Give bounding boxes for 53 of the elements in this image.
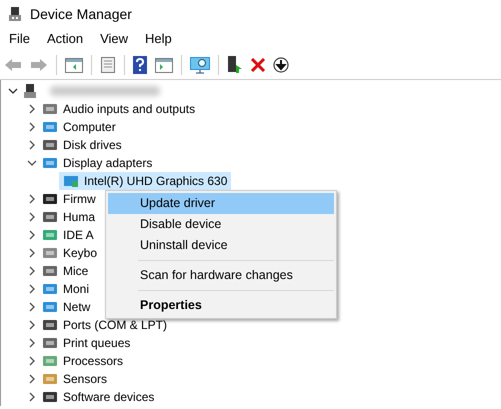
tree-item[interactable]: Sensors (63, 372, 108, 386)
context-menu-item[interactable]: Uninstall device (108, 235, 334, 256)
chevron-icon[interactable] (27, 374, 37, 384)
chevron-icon[interactable] (27, 320, 37, 330)
tree-item[interactable]: Processors (63, 354, 124, 368)
tree-item[interactable]: Intel(R) UHD Graphics 630 (59, 172, 232, 190)
device-manager-icon (8, 6, 22, 22)
properties-icon[interactable] (100, 57, 116, 73)
tree-item[interactable]: Keybo (63, 246, 98, 260)
tree-item[interactable]: Audio inputs and outputs (63, 102, 196, 116)
tree-item[interactable]: Huma (63, 210, 96, 224)
tree-item[interactable]: Print queues (63, 336, 130, 350)
download-icon[interactable] (273, 57, 289, 73)
context-menu-item[interactable]: Disable device (108, 214, 334, 235)
tree-item[interactable]: Moni (63, 282, 90, 296)
chevron-icon[interactable] (8, 86, 18, 96)
monitor-scan-icon[interactable] (190, 56, 210, 74)
context-menu-item[interactable]: Properties (108, 295, 334, 316)
tree-item[interactable]: Ports (COM & LPT) (63, 318, 168, 332)
context-menu-item[interactable]: Update driver (108, 193, 334, 214)
chevron-icon[interactable] (27, 194, 37, 204)
context-menu-item[interactable]: Scan for hardware changes (108, 265, 334, 286)
tree-item[interactable]: Display adapters (63, 156, 152, 170)
chevron-icon[interactable] (27, 248, 37, 258)
menu-item[interactable]: File (9, 31, 30, 51)
menu-item[interactable]: Help (145, 31, 172, 51)
chevron-icon[interactable] (27, 338, 37, 348)
chevron-icon[interactable] (27, 284, 37, 294)
chevron-icon[interactable] (27, 230, 37, 240)
tree-item[interactable]: Mice (63, 264, 88, 278)
tree-item[interactable]: IDE A (63, 228, 94, 242)
menu-item[interactable]: View (100, 31, 128, 51)
menu-item[interactable]: Action (46, 31, 84, 51)
chevron-icon[interactable] (27, 302, 37, 312)
window-title: Device Manager (30, 6, 132, 22)
help-icon[interactable] (133, 56, 147, 74)
action-pane-icon[interactable] (155, 58, 173, 72)
chevron-icon[interactable] (27, 122, 37, 132)
chevron-icon[interactable] (27, 356, 37, 366)
console-tree-icon[interactable] (65, 58, 83, 72)
chevron-icon[interactable] (27, 212, 37, 222)
chevron-icon[interactable] (27, 140, 37, 150)
chevron-icon[interactable] (27, 266, 37, 276)
chevron-icon[interactable] (27, 158, 37, 168)
tree-item[interactable]: Firmw (63, 192, 96, 206)
chevron-icon[interactable] (27, 104, 37, 114)
uninstall-icon[interactable] (251, 58, 265, 72)
tree-item[interactable]: Disk drives (63, 138, 122, 152)
tree-item[interactable]: Software devices (63, 390, 154, 404)
tree-item[interactable]: Computer (63, 120, 116, 134)
tree-item[interactable]: Netw (63, 300, 90, 314)
update-driver-icon[interactable] (227, 56, 243, 74)
chevron-icon[interactable] (27, 392, 37, 402)
